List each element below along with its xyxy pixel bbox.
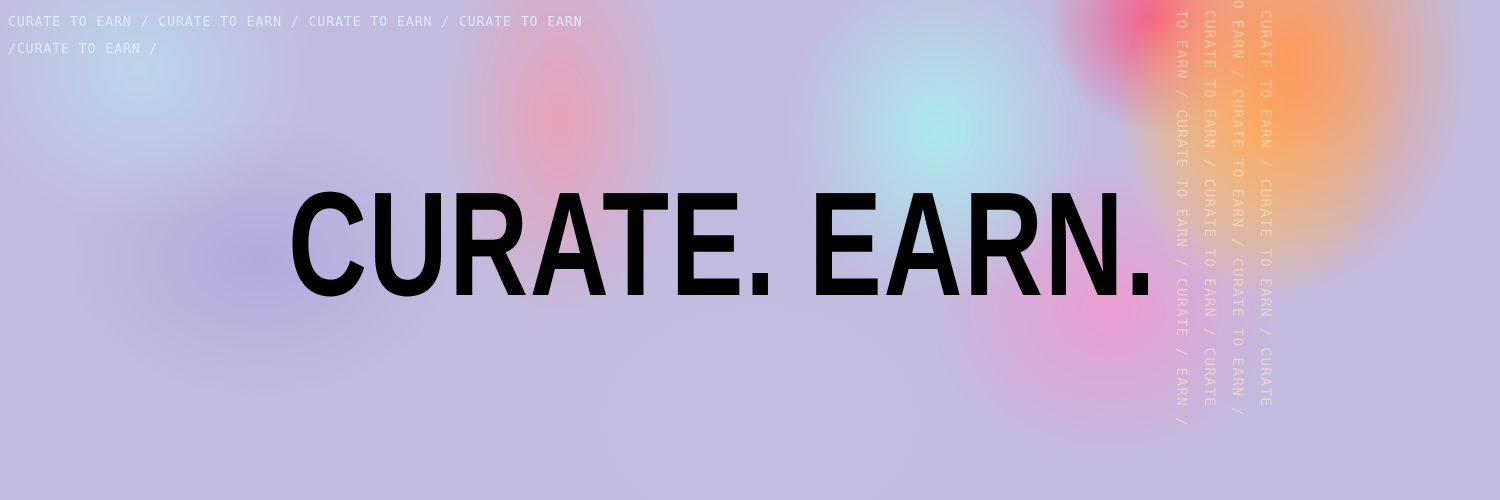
banner: CURATE TO EARN / CURATE TO EARN / CURATE… xyxy=(0,0,1500,500)
vertical-pattern-line: TO EARN / CURATE TO EARN / CURATE TO EAR… xyxy=(1229,0,1245,417)
headline: CURATE. EARN. xyxy=(288,162,1158,327)
corner-pattern-text: CURATE TO EARN / CURATE TO EARN / CURATE… xyxy=(8,15,583,57)
vertical-pattern-line: / CURATE TO EARN / CURATE TO EARN / CURA… xyxy=(1257,0,1273,408)
vertical-pattern-line: / CURATE TO EARN / CURATE TO EARN / CURA… xyxy=(1201,0,1217,408)
vertical-pattern: E TO EARN / CURATE TO EARN / CURATE / EA… xyxy=(1168,0,1308,427)
vertical-pattern-line: E TO EARN / CURATE TO EARN / CURATE / EA… xyxy=(1173,0,1189,427)
